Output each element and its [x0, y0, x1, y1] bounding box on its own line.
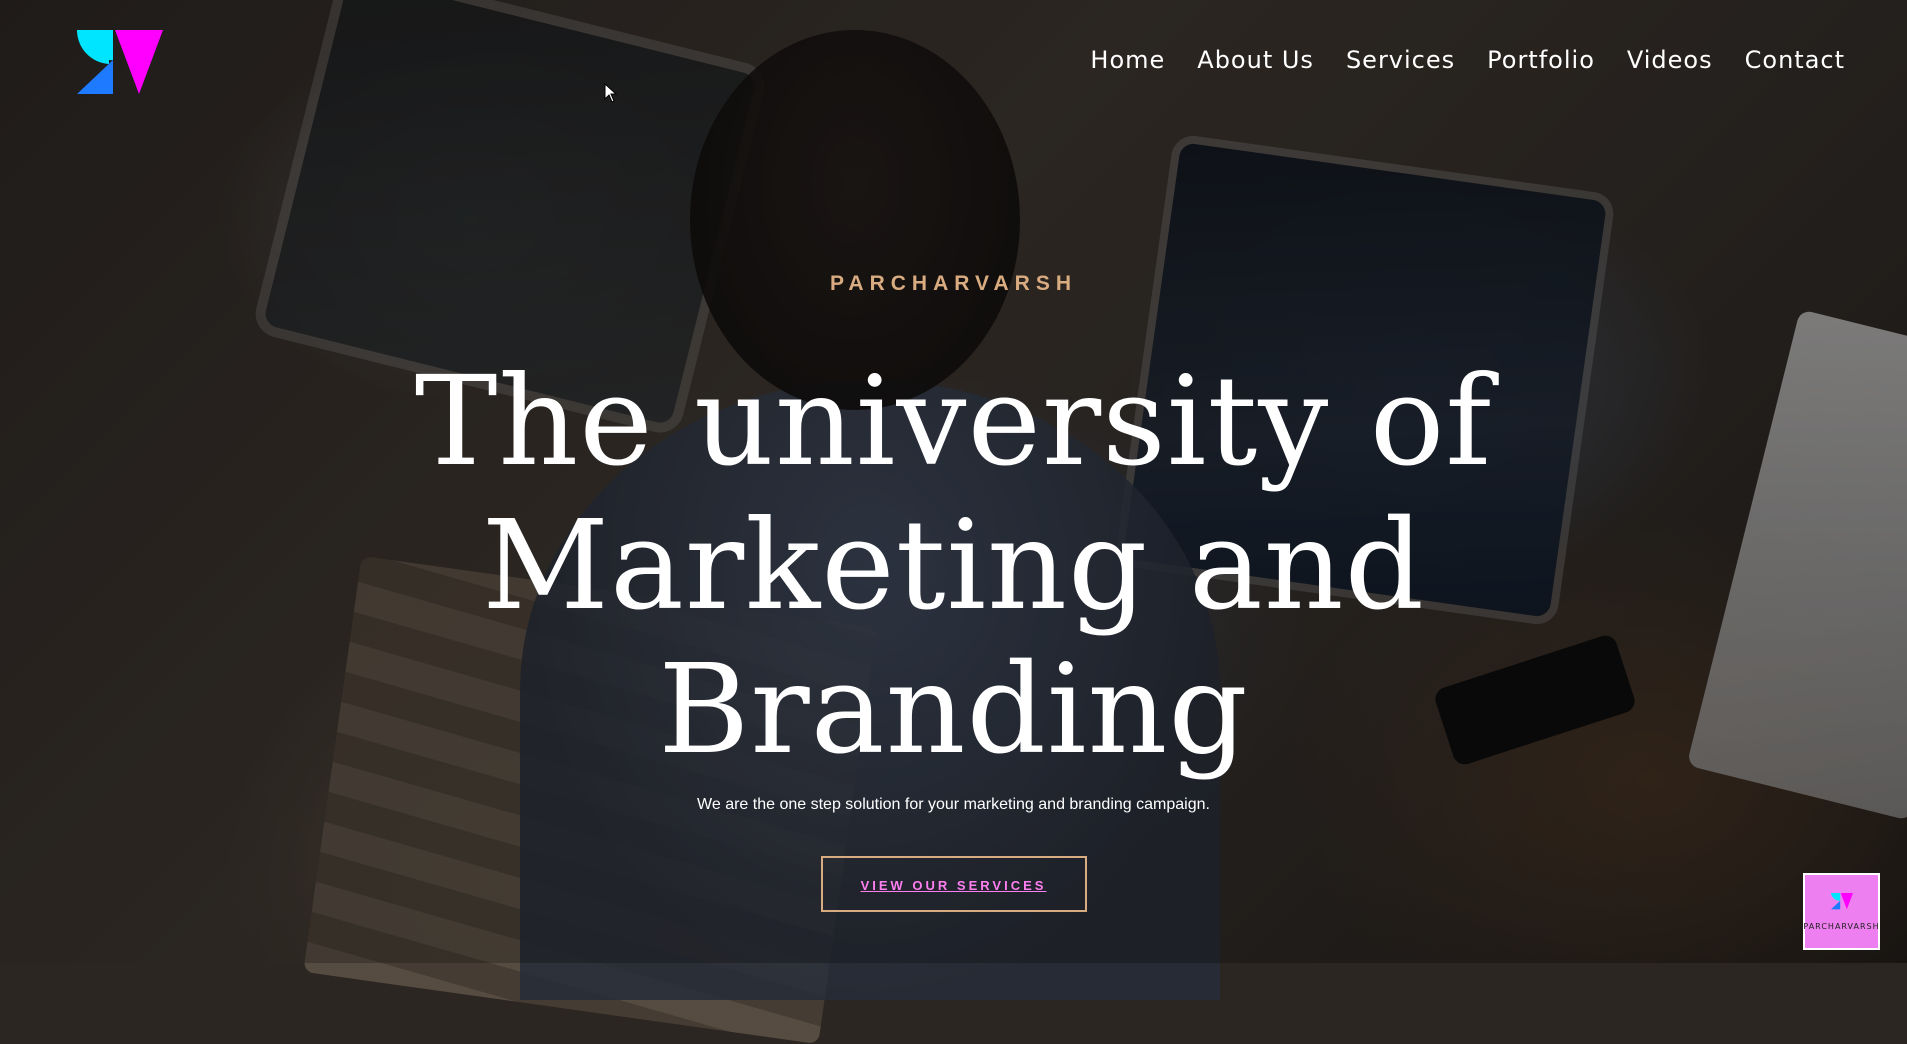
- brand-logo[interactable]: [76, 30, 163, 96]
- chat-widget-label: PARCHARVARSH: [1803, 921, 1880, 931]
- mouse-cursor-icon: [604, 83, 618, 103]
- nav-portfolio[interactable]: Portfolio: [1487, 46, 1595, 74]
- nav-about-us[interactable]: About Us: [1197, 46, 1314, 74]
- nav-videos[interactable]: Videos: [1627, 46, 1713, 74]
- chat-widget-button[interactable]: PARCHARVARSH: [1803, 873, 1880, 950]
- hero-eyebrow: PARCHARVARSH: [829, 272, 1077, 295]
- hero-subtitle: We are the one step solution for your ma…: [697, 796, 1210, 813]
- nav-services[interactable]: Services: [1346, 46, 1455, 74]
- nav-contact[interactable]: Contact: [1745, 46, 1845, 74]
- chat-widget-logo-icon: [1830, 892, 1853, 909]
- hero-section: PARCHARVARSH The university of Marketing…: [0, 272, 1907, 912]
- brand-logo-icon: [76, 30, 163, 94]
- main-nav: Home About Us Services Portfolio Videos …: [1090, 46, 1845, 74]
- nav-home[interactable]: Home: [1090, 46, 1165, 74]
- view-services-button[interactable]: VIEW OUR SERVICES: [820, 856, 1087, 912]
- hero-title: The university of Marketing and Branding: [204, 350, 1704, 782]
- hero-title-line-1: The university of: [414, 350, 1493, 494]
- hero-title-line-2: Marketing and Branding: [482, 494, 1425, 782]
